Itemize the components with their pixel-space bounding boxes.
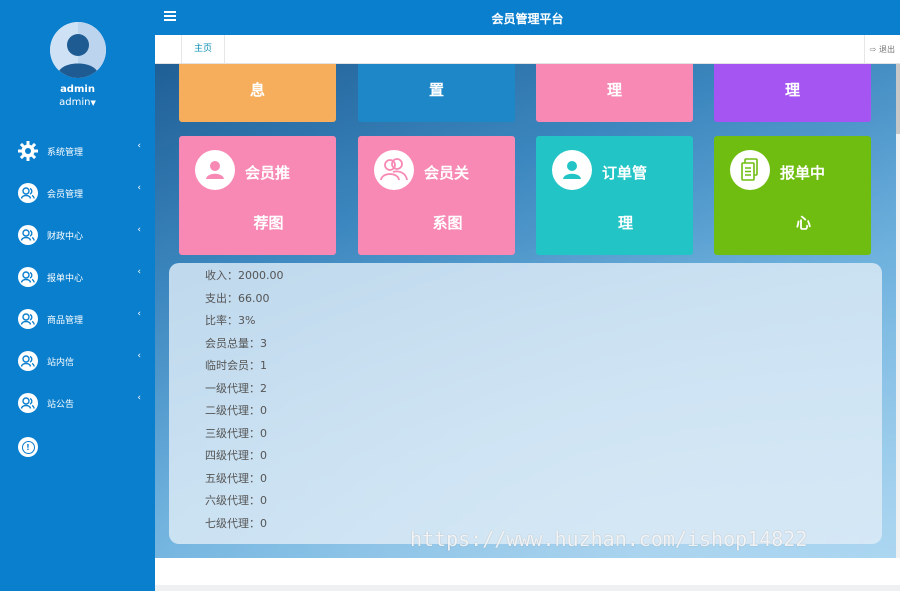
tile-top-1[interactable]: 息 xyxy=(179,64,336,122)
tile-label-2: 系图 xyxy=(432,214,463,232)
sidebar-item-system[interactable]: 系统管理 ‹ xyxy=(0,130,155,172)
stats-panel: 收入：2000.00 支出：66.00 比率：3% 会员总量：3 临时会员：1 … xyxy=(169,263,882,544)
user-icon xyxy=(552,150,592,190)
info-icon[interactable]: ! xyxy=(18,437,38,457)
chevron-left-icon: ‹ xyxy=(137,225,141,235)
document-icon xyxy=(730,150,770,190)
user-icon xyxy=(18,351,38,371)
sidebar-item-announcements[interactable]: 站公告 ‹ xyxy=(0,382,155,424)
dashboard-content: 息 置 理 理 会员推 荐图 会员关 系图 订单管 理 报单中 心 收入：200… xyxy=(155,64,896,558)
footer xyxy=(155,558,900,591)
stat-temp-members: 临时会员：1 xyxy=(205,359,267,372)
tile-label: 会员推 xyxy=(245,164,291,182)
tile-label-2: 荐图 xyxy=(253,214,284,232)
chevron-left-icon: ‹ xyxy=(137,393,141,403)
info-glyph: ! xyxy=(21,440,35,454)
tile-label: 理 xyxy=(606,81,622,99)
tile-label: 置 xyxy=(428,81,444,99)
sidebar-item-label: 系统管理 xyxy=(47,147,84,158)
stat-agent-level-4: 四级代理：0 xyxy=(205,449,267,462)
stat-agent-level-1: 一级代理：2 xyxy=(205,381,267,395)
sidebar-item-label: 站公告 xyxy=(47,399,75,410)
sidebar: admin admin▼ 系统管理 ‹ 会员管理 ‹ 财政中心 ‹ 报单中心 ‹… xyxy=(0,0,155,591)
chevron-left-icon: ‹ xyxy=(137,267,141,277)
avatar-user-icon xyxy=(50,22,106,78)
stat-agent-level-3: 三级代理：0 xyxy=(205,426,267,440)
user-icon xyxy=(195,150,235,190)
user-icon xyxy=(18,267,38,287)
sidebar-item-finance[interactable]: 财政中心 ‹ xyxy=(0,214,155,256)
stat-ratio: 比率：3% xyxy=(205,314,256,327)
tile-label: 息 xyxy=(249,81,265,99)
tile-label-2: 心 xyxy=(795,214,811,232)
sidebar-item-label: 站内信 xyxy=(47,357,75,368)
users-icon xyxy=(374,150,414,190)
gear-icon xyxy=(18,141,38,161)
user-role-dropdown[interactable]: admin▼ xyxy=(0,97,155,108)
chevron-left-icon: ‹ xyxy=(137,141,141,151)
tile-label: 订单管 xyxy=(602,164,648,182)
tile-relation-chart[interactable]: 会员关 系图 xyxy=(358,136,515,255)
stat-expense: 支出：66.00 xyxy=(205,291,270,305)
logout-button[interactable]: ⇨ 退出 xyxy=(863,35,900,64)
header: 会员管理平台 xyxy=(155,0,900,35)
caret-down-icon: ▼ xyxy=(90,99,96,107)
sidebar-item-products[interactable]: 商品管理 ‹ xyxy=(0,298,155,340)
app-title: 会员管理平台 xyxy=(491,12,564,26)
scrollbar-thumb[interactable] xyxy=(896,64,900,134)
sidebar-item-label: 商品管理 xyxy=(47,315,84,326)
tab-home[interactable]: 主页 xyxy=(181,35,226,64)
tile-label: 会员关 xyxy=(424,164,470,182)
chevron-left-icon: ‹ xyxy=(137,183,141,193)
sidebar-item-label: 报单中心 xyxy=(47,273,84,284)
user-icon xyxy=(18,225,38,245)
tile-label: 报单中 xyxy=(780,164,826,182)
logout-icon: ⇨ xyxy=(869,45,879,54)
tile-report-center[interactable]: 报单中 心 xyxy=(714,136,871,255)
stat-total-members: 会员总量：3 xyxy=(205,336,267,350)
sidebar-menu: 系统管理 ‹ 会员管理 ‹ 财政中心 ‹ 报单中心 ‹ 商品管理 ‹ 站内信 ‹… xyxy=(0,130,155,424)
sidebar-item-label: 财政中心 xyxy=(47,231,84,242)
chevron-left-icon: ‹ xyxy=(137,309,141,319)
user-icon xyxy=(18,393,38,413)
logout-label: 退出 xyxy=(879,45,895,54)
tile-top-3[interactable]: 理 xyxy=(536,64,693,122)
stat-agent-level-5: 五级代理：0 xyxy=(205,471,267,485)
stat-agent-level-6: 六级代理：0 xyxy=(205,494,267,507)
tile-top-4[interactable]: 理 xyxy=(714,64,871,122)
chevron-left-icon: ‹ xyxy=(137,351,141,361)
tile-referral-chart[interactable]: 会员推 荐图 xyxy=(179,136,336,255)
tile-order-management[interactable]: 订单管 理 xyxy=(536,136,693,255)
stat-income: 收入：2000.00 xyxy=(205,269,284,282)
avatar[interactable] xyxy=(50,22,106,78)
user-icon xyxy=(18,183,38,203)
tile-label-2: 理 xyxy=(617,214,633,232)
user-name: admin xyxy=(60,84,95,95)
tile-top-2[interactable]: 置 xyxy=(358,64,515,122)
user-icon xyxy=(18,309,38,329)
user-role-label: admin xyxy=(59,97,91,108)
scrollbar[interactable] xyxy=(896,64,900,558)
tab-bar: 主页 ⇨ 退出 xyxy=(155,35,900,64)
sidebar-item-messages[interactable]: 站内信 ‹ xyxy=(0,340,155,382)
sidebar-item-label: 会员管理 xyxy=(47,189,84,200)
sidebar-item-members[interactable]: 会员管理 ‹ xyxy=(0,172,155,214)
tile-label: 理 xyxy=(784,81,800,99)
watermark-text: https://www.huzhan.com/ishop14822 xyxy=(410,527,808,551)
sidebar-item-orders[interactable]: 报单中心 ‹ xyxy=(0,256,155,298)
stat-agent-level-2: 二级代理：0 xyxy=(205,404,267,417)
